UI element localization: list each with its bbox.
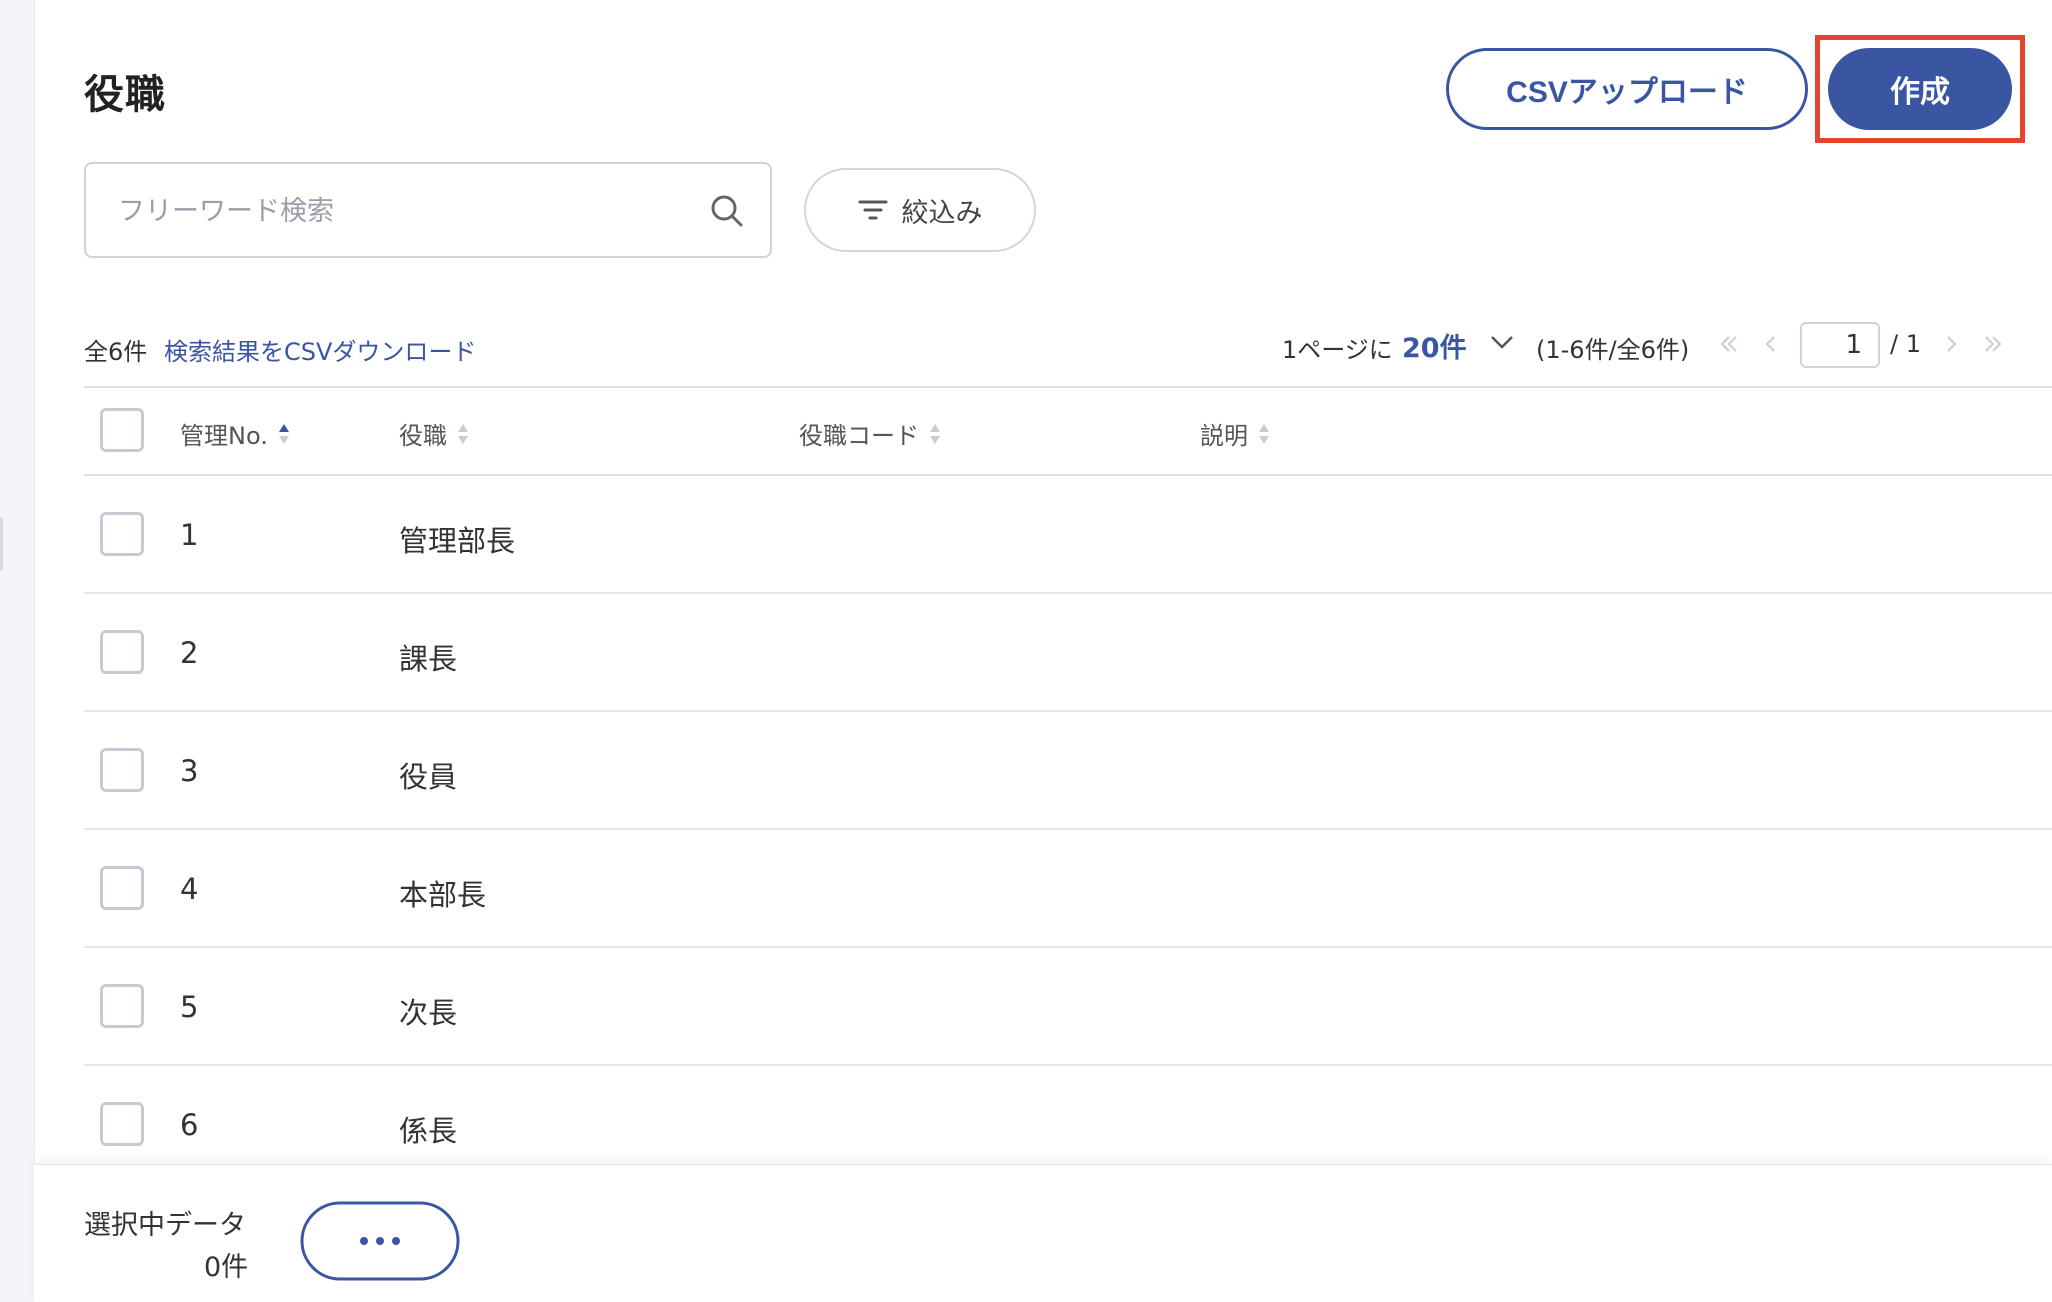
page-total: / 1 <box>1890 330 1921 358</box>
cell-position: 係長 <box>399 1114 458 1148</box>
create-button[interactable]: 作成 <box>1828 48 2012 130</box>
table-row[interactable]: 4 本部長 <box>84 830 2052 948</box>
chevron-down-icon[interactable] <box>1490 334 1514 350</box>
last-page-icon[interactable] <box>1982 334 2004 354</box>
selected-data-count: 0件 <box>204 1252 249 1283</box>
cell-position: 管理部長 <box>399 524 516 558</box>
column-header-description[interactable]: 説明 <box>1200 416 1270 451</box>
positions-table: 管理No. 役職 役職コード 説明 1 管理部長 2 課長 3 役員 4 本部長… <box>84 386 2052 1182</box>
search-box <box>84 162 772 258</box>
page-title: 役職 <box>84 72 166 118</box>
cell-no: 1 <box>180 518 199 552</box>
row-checkbox[interactable] <box>100 866 144 910</box>
csv-upload-button[interactable]: CSVアップロード <box>1446 48 1808 130</box>
cell-position: 課長 <box>399 642 458 676</box>
filter-label: 絞込み <box>901 197 983 229</box>
sort-icon <box>1259 423 1269 444</box>
pagination: 1ページに 20件 (1-6件/全6件) / 1 <box>0 318 2052 370</box>
selected-data-label: 選択中データ <box>84 1210 246 1241</box>
column-header-no[interactable]: 管理No. <box>180 416 290 451</box>
sidebar-handle[interactable] <box>0 517 3 571</box>
cell-position: 役員 <box>399 760 458 794</box>
cell-position: 次長 <box>399 996 458 1030</box>
column-label: 管理No. <box>180 422 268 450</box>
left-sidebar-edge <box>0 0 35 1302</box>
next-page-icon[interactable] <box>1940 334 1962 354</box>
per-page-label: 1ページに <box>1282 336 1393 364</box>
table-row[interactable]: 5 次長 <box>84 948 2052 1066</box>
selection-footer: 選択中データ 0件 <box>34 1164 2052 1302</box>
row-checkbox[interactable] <box>100 1102 144 1146</box>
cell-no: 3 <box>180 754 199 788</box>
row-checkbox[interactable] <box>100 512 144 556</box>
sort-asc-icon <box>278 423 289 444</box>
cell-no: 2 <box>180 636 199 670</box>
cell-position: 本部長 <box>399 878 487 912</box>
per-page-select[interactable]: 20件 <box>1402 326 1467 365</box>
more-actions-button[interactable] <box>300 1201 460 1281</box>
cell-no: 5 <box>180 990 199 1024</box>
row-checkbox[interactable] <box>100 748 144 792</box>
cell-no: 6 <box>180 1108 199 1142</box>
table-row[interactable]: 2 課長 <box>84 594 2052 712</box>
sort-icon <box>930 423 940 444</box>
column-label: 説明 <box>1200 422 1248 450</box>
search-input[interactable] <box>116 164 680 258</box>
page-number-input[interactable] <box>1800 322 1880 368</box>
filter-icon <box>858 200 887 220</box>
prev-page-icon[interactable] <box>1760 334 1782 354</box>
column-label: 役職 <box>399 422 447 450</box>
first-page-icon[interactable] <box>1718 334 1740 354</box>
table-row[interactable]: 1 管理部長 <box>84 476 2052 594</box>
page: 役職 CSVアップロード 作成 絞込み 全6件 検索結果をCSVダウンロード 1… <box>0 0 2052 1302</box>
table-header: 管理No. 役職 役職コード 説明 <box>84 386 2052 476</box>
filter-button[interactable]: 絞込み <box>804 168 1036 252</box>
select-all-checkbox[interactable] <box>100 408 144 452</box>
more-horizontal-icon <box>360 1237 400 1245</box>
sort-icon <box>458 423 468 444</box>
row-checkbox[interactable] <box>100 984 144 1028</box>
table-row[interactable]: 3 役員 <box>84 712 2052 830</box>
result-range: (1-6件/全6件) <box>1536 336 1690 364</box>
search-icon[interactable] <box>710 194 744 228</box>
cell-no: 4 <box>180 872 199 906</box>
row-checkbox[interactable] <box>100 630 144 674</box>
column-header-code[interactable]: 役職コード <box>799 416 941 451</box>
column-label: 役職コード <box>799 422 919 450</box>
column-header-position[interactable]: 役職 <box>399 416 469 451</box>
